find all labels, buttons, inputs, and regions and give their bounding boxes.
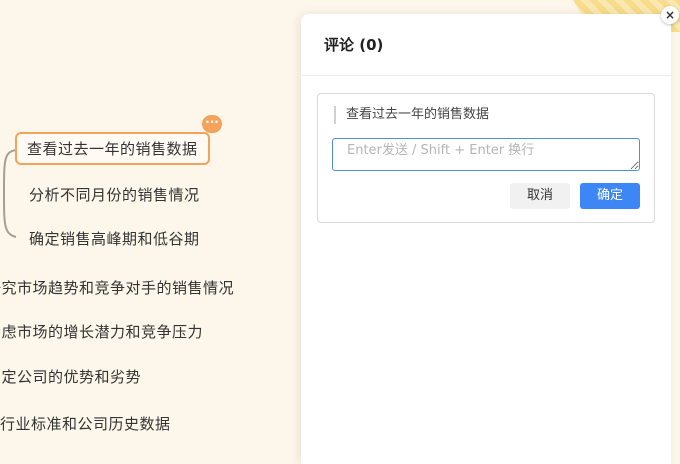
mindmap-node[interactable]: 分析不同月份的销售情况 <box>29 184 200 205</box>
cancel-button[interactable]: 取消 <box>510 183 570 209</box>
panel-header: 评论 (0) <box>301 14 671 76</box>
mindmap-node[interactable]: 考虑市场的增长潜力和竞争压力 <box>0 321 203 342</box>
quoted-node-text: 查看过去一年的销售数据 <box>334 106 489 124</box>
panel-title: 评论 (0) <box>324 36 384 54</box>
mindmap-node[interactable]: 确定销售高峰期和低谷期 <box>29 228 200 249</box>
more-options-icon[interactable]: ··· <box>202 115 222 133</box>
mindmap-node[interactable]: 研究市场趋势和竞争对手的销售情况 <box>0 277 234 298</box>
confirm-button[interactable]: 确定 <box>580 183 640 209</box>
node-label: 查看过去一年的销售数据 <box>27 140 198 158</box>
mindmap-node[interactable]: 确定公司的优势和劣势 <box>0 366 141 387</box>
mindmap-node[interactable]: 行业标准和公司历史数据 <box>0 413 171 434</box>
mindmap-node-selected[interactable]: 查看过去一年的销售数据 <box>15 132 210 165</box>
comment-input[interactable] <box>332 138 640 171</box>
comments-panel: 评论 (0) 查看过去一年的销售数据 取消 确定 <box>301 14 671 464</box>
comment-editor: 查看过去一年的销售数据 取消 确定 <box>317 93 655 223</box>
close-icon[interactable]: × <box>661 6 679 24</box>
